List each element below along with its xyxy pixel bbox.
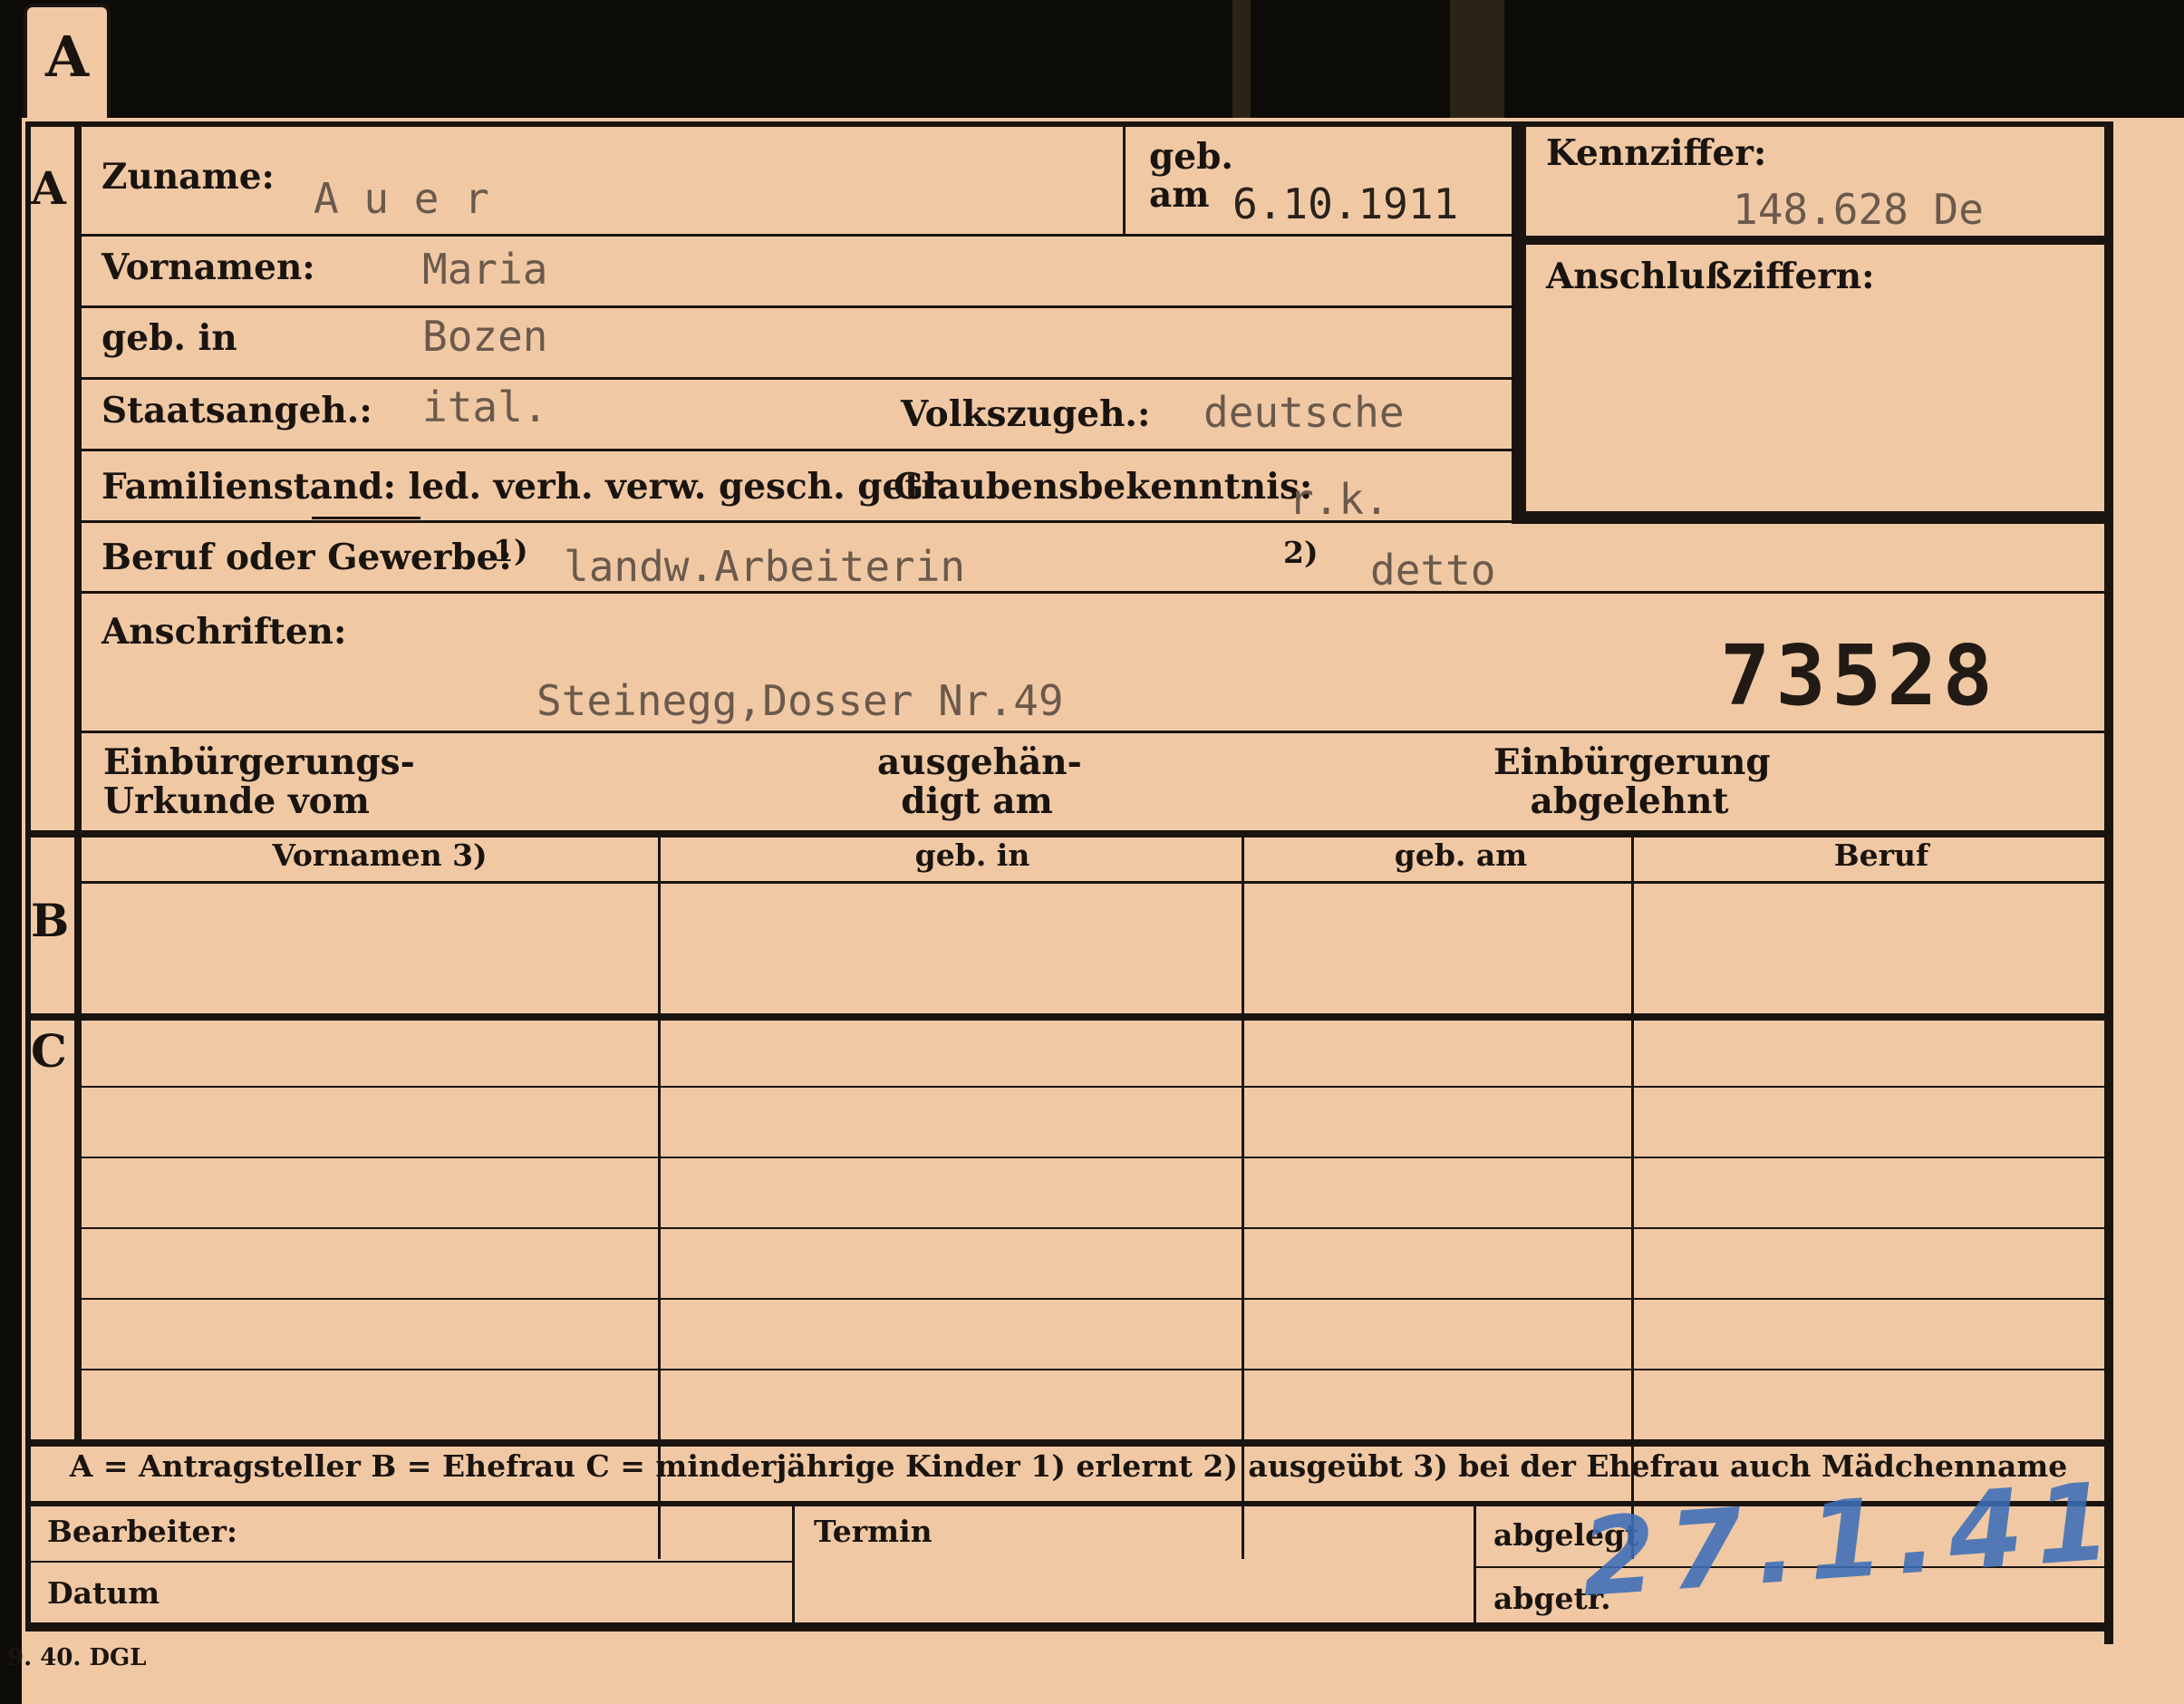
am-label: am [1149, 174, 1210, 216]
kennziffer-box-left [1512, 121, 1526, 524]
card-index-tab: A [24, 4, 111, 118]
glaube-label: Glaubensbekenntnis: [894, 466, 1313, 508]
legend-top-rule [25, 1439, 2113, 1447]
frame-top [25, 121, 2110, 127]
datum-label: Datum [47, 1575, 160, 1611]
section-b-marker: B [31, 894, 70, 947]
child-row-rule [82, 1369, 2108, 1370]
vornamen-label: Vornamen: [101, 247, 315, 288]
col-header-beruf: Beruf [1833, 837, 1929, 873]
row-rule [82, 234, 1512, 237]
anschriften-label: Anschriften: [101, 611, 347, 653]
vornamen-value: Maria [422, 245, 548, 294]
beruf-footnote-2: 2) [1283, 535, 1319, 570]
familienstand-underline [312, 517, 420, 519]
beruf-label: Beruf oder Gewerbe: [101, 537, 512, 578]
ausgehaendigt-line-2: digt am [901, 779, 1053, 822]
footer-row-rule [31, 1561, 792, 1563]
geb-in-label: geb. in [101, 317, 237, 359]
anschluss-label: Anschlußziffern: [1546, 256, 1875, 297]
child-row-rule [82, 1157, 2108, 1158]
volk-value: deutsche [1203, 388, 1405, 437]
zuname-label: Zuname: [101, 156, 275, 198]
abgelehnt-line-1: Einbürgerung [1493, 741, 1771, 783]
anschriften-value: Steinegg,Dosser Nr.49 [536, 676, 1064, 725]
stamp-number: 73528 [1720, 627, 1998, 724]
urkunde-label: Einbürgerungs- Urkunde vom [103, 741, 415, 822]
ausgehaendigt-line-1: ausgehän- [877, 741, 1082, 783]
kennziffer-box-divider [1526, 236, 2113, 245]
backdrop-stripe [1232, 0, 1251, 136]
backdrop-stripe [1450, 0, 1504, 136]
beruf-footnote-1: 1) [493, 533, 528, 568]
row-rule [82, 520, 2108, 523]
glaube-value: r.k. [1289, 475, 1389, 524]
section-c-marker: C [31, 1024, 67, 1078]
tab-letter: A [44, 24, 90, 90]
geb-in-value: Bozen [422, 312, 548, 361]
abgelehnt-label: Einbürgerung abgelehnt [1493, 741, 1771, 822]
child-row-rule [82, 1086, 2108, 1088]
section-a-marker: A [31, 161, 66, 215]
print-code: 9. 40. DGL [7, 1644, 147, 1671]
termin-label: Termin [814, 1514, 933, 1549]
geb-cell-divider [1123, 121, 1126, 236]
urkunde-label-line-2: Urkunde vom [103, 779, 370, 822]
bearbeiter-label: Bearbeiter: [47, 1514, 238, 1549]
abgelehnt-line-2: abgelehnt [1530, 779, 1729, 822]
beruf-erlernt-value: landw.Arbeiterin [564, 542, 966, 591]
marker-column-divider [74, 121, 82, 1445]
row-rule [82, 731, 2108, 733]
zuname-value: A u e r [314, 174, 489, 223]
col-header-rule [82, 881, 2108, 884]
child-row-rule [82, 1298, 2108, 1300]
volk-label: Volkszugeh.: [901, 393, 1151, 435]
geb-label: geb. [1149, 136, 1233, 178]
row-rule [82, 591, 2108, 594]
child-row-rule [82, 1227, 2108, 1229]
staat-value: ital. [422, 382, 548, 431]
frame-bottom [25, 1622, 2113, 1631]
kennziffer-value: 148.628 De [1733, 185, 1984, 234]
frame-left [25, 121, 31, 1626]
section-divider-b-c [25, 1013, 2113, 1021]
col-header-geb-am: geb. am [1394, 837, 1528, 873]
registration-card: A Zuname: A u e r geb. am 6.10.1911 Kenn… [7, 118, 2184, 1704]
beruf-ausgeuebt-value: detto [1370, 546, 1496, 595]
staat-label: Staatsangeh.: [101, 390, 372, 431]
urkunde-label-line-1: Einbürgerungs- [103, 741, 415, 783]
col-header-vornamen: Vornamen 3) [272, 837, 488, 873]
footer-divider-termin [1474, 1505, 1476, 1626]
row-rule [82, 449, 1512, 451]
familienstand-label: Familienstand: led. verh. verw. gesch. g… [101, 466, 949, 508]
row-rule [82, 377, 1512, 380]
geb-am-value: 6.10.1911 [1232, 179, 1459, 228]
legend-text: A = Antragsteller B = Ehefrau C = minder… [69, 1448, 2068, 1484]
section-divider-a-b [25, 830, 2113, 837]
footer-divider-bearbeiter [792, 1505, 795, 1626]
col-header-geb-in: geb. in [914, 837, 1030, 873]
kennziffer-label: Kennziffer: [1546, 132, 1767, 174]
row-rule [82, 305, 1512, 308]
ausgehaendigt-label: ausgehän- digt am [877, 741, 1082, 822]
